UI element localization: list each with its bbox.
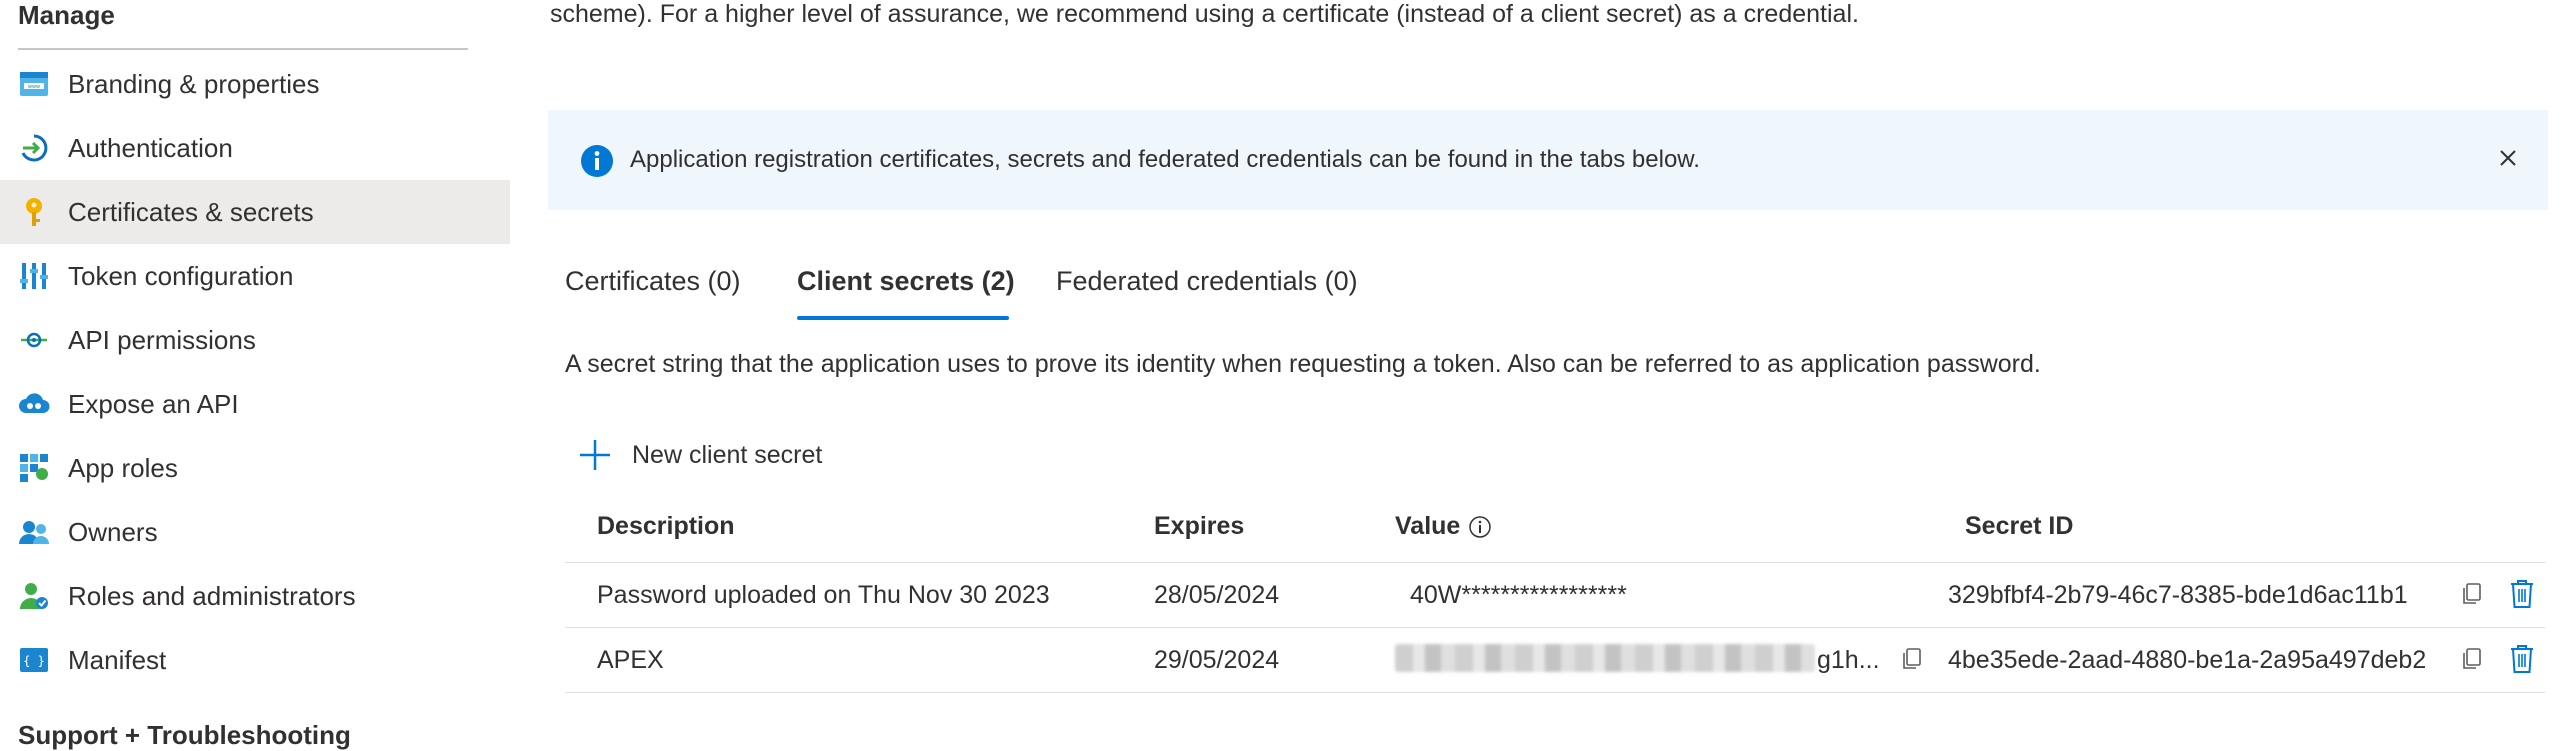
- sidebar-item-label: App roles: [68, 452, 178, 483]
- active-tab-indicator: [797, 316, 1009, 320]
- close-icon[interactable]: [2490, 140, 2526, 176]
- table-row: Password uploaded on Thu Nov 30 2023 28/…: [565, 563, 2545, 628]
- authentication-icon: [18, 132, 50, 164]
- sidebar-item-api-permissions[interactable]: API permissions: [0, 308, 510, 372]
- sidebar-item-manifest[interactable]: { } Manifest: [0, 628, 510, 692]
- api-permissions-icon: [18, 324, 50, 356]
- sidebar-item-label: API permissions: [68, 324, 256, 355]
- value-info-icon[interactable]: [1468, 515, 1492, 539]
- secret-value: g1h...: [1817, 646, 1880, 674]
- secret-expires: 28/05/2024: [1154, 581, 1280, 609]
- info-bar: Application registration certificates, s…: [548, 110, 2548, 210]
- secret-description: APEX: [597, 646, 664, 674]
- copy-value-icon[interactable]: [1895, 642, 1929, 676]
- copy-icon[interactable]: [2455, 642, 2489, 676]
- svg-text:{ }: { }: [23, 654, 45, 668]
- sidebar-item-owners[interactable]: Owners: [0, 500, 510, 564]
- header-secret-id: Secret ID: [1965, 512, 2074, 540]
- sidebar-item-label: Expose an API: [68, 388, 239, 419]
- table-row: APEX 29/05/2024 g1h... 4be35ede-2aad-488…: [565, 628, 2545, 693]
- sidebar-item-label: Manifest: [68, 644, 167, 675]
- tab-federated-credentials[interactable]: Federated credentials (0): [1056, 266, 1358, 297]
- plus-icon: [580, 440, 610, 470]
- sidebar-item-expose-api[interactable]: Expose an API: [0, 372, 510, 436]
- new-client-secret-label: New client secret: [632, 440, 823, 469]
- sidebar-item-roles-administrators[interactable]: Roles and administrators: [0, 564, 510, 628]
- new-client-secret-button[interactable]: New client secret: [578, 438, 822, 472]
- app-roles-icon: [18, 452, 50, 484]
- sidebar-item-authentication[interactable]: Authentication: [0, 116, 510, 180]
- token-config-icon: [18, 260, 50, 292]
- svg-text:www: www: [28, 84, 40, 90]
- sidebar-item-label: Owners: [68, 516, 158, 547]
- secret-id: 329bfbf4-2b79-46c7-8385-bde1d6ac11b1: [1948, 581, 2408, 609]
- sidebar-item-label: Certificates & secrets: [68, 196, 314, 227]
- tab-certificates[interactable]: Certificates (0): [565, 266, 741, 297]
- branding-icon: www: [18, 68, 50, 100]
- intro-text: scheme). For a higher level of assurance…: [550, 0, 1859, 28]
- sidebar-item-token-configuration[interactable]: Token configuration: [0, 244, 510, 308]
- sidebar-item-label: Roles and administrators: [68, 580, 356, 611]
- sidebar-item-label: Branding & properties: [68, 68, 320, 99]
- info-bar-text: Application registration certificates, s…: [630, 146, 1700, 173]
- redacted-secret-value: [1395, 644, 1815, 672]
- sidebar: Manage www Branding & properties Authent…: [0, 0, 510, 750]
- manage-section-title: Manage: [18, 0, 115, 30]
- section-divider: [18, 48, 468, 50]
- key-icon: [18, 196, 50, 228]
- delete-icon[interactable]: [2505, 642, 2539, 676]
- header-expires: Expires: [1154, 512, 1245, 540]
- sidebar-item-certificates-secrets[interactable]: Certificates & secrets: [0, 180, 510, 244]
- header-description: Description: [597, 512, 735, 540]
- secret-id: 4be35ede-2aad-4880-be1a-2a95a497deb2: [1948, 646, 2427, 674]
- sidebar-item-label: Token configuration: [68, 260, 294, 291]
- copy-icon[interactable]: [2455, 577, 2489, 611]
- roles-admin-icon: [18, 580, 50, 612]
- sidebar-item-app-roles[interactable]: App roles: [0, 436, 510, 500]
- owners-icon: [18, 516, 50, 548]
- secret-value: 40W*****************: [1410, 581, 1627, 609]
- header-value: Value: [1395, 512, 1492, 541]
- delete-icon[interactable]: [2505, 577, 2539, 611]
- tab-client-secrets[interactable]: Client secrets (2): [797, 266, 1015, 297]
- secret-description: Password uploaded on Thu Nov 30 2023: [597, 581, 1050, 609]
- manifest-icon: { }: [18, 644, 50, 676]
- client-secrets-description: A secret string that the application use…: [565, 350, 2041, 378]
- header-value-label: Value: [1395, 512, 1461, 540]
- cloud-icon: [18, 388, 50, 420]
- sidebar-item-label: Authentication: [68, 132, 233, 163]
- sidebar-item-branding[interactable]: www Branding & properties: [0, 52, 510, 116]
- info-icon: [580, 144, 614, 178]
- secret-expires: 29/05/2024: [1154, 646, 1280, 674]
